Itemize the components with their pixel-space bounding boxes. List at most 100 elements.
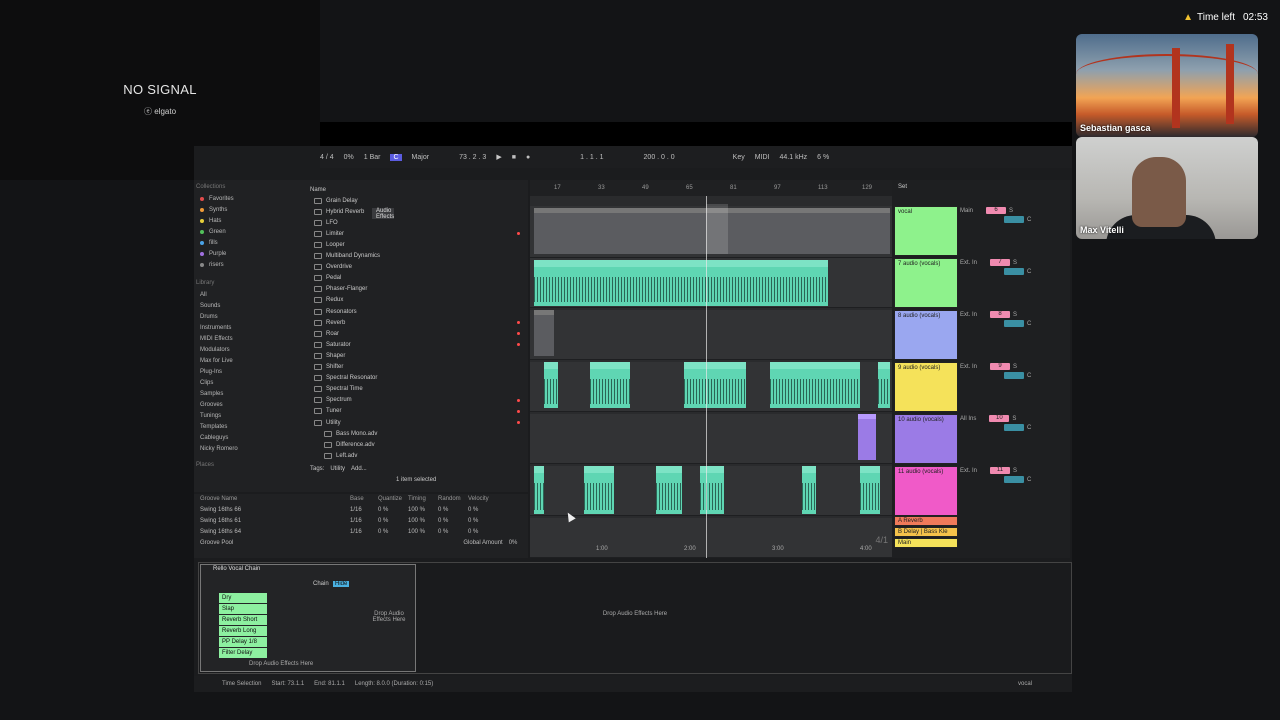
cue-button[interactable]: C bbox=[1027, 269, 1031, 275]
arrangement-view[interactable]: audio (vocals)-123 1:00 2:00 3:00 4:00 4/1 bbox=[530, 180, 892, 558]
return-track[interactable]: Main bbox=[894, 538, 958, 548]
track-header[interactable]: 8 audio (vocals) bbox=[894, 310, 958, 360]
groove-cell[interactable]: 0 % bbox=[468, 518, 498, 524]
sidebar-item-library[interactable]: Sounds bbox=[196, 300, 304, 311]
solo-button[interactable]: S bbox=[1013, 260, 1017, 266]
key-select[interactable]: C bbox=[390, 153, 402, 161]
audio-clip[interactable] bbox=[878, 362, 890, 408]
groove-cell[interactable]: 0 % bbox=[378, 507, 408, 513]
audio-clip[interactable] bbox=[584, 466, 614, 514]
track-number[interactable]: 6 bbox=[986, 207, 1007, 214]
track-header[interactable]: vocal bbox=[894, 206, 958, 256]
audio-clip[interactable] bbox=[656, 466, 682, 514]
track-number[interactable]: 9 bbox=[990, 363, 1011, 370]
time-selection[interactable] bbox=[706, 204, 728, 254]
groove-row[interactable]: Swing 16ths 66 1/16 0 % 100 % 0 % 0 % bbox=[194, 504, 528, 515]
sidebar-item-library[interactable]: Clips bbox=[196, 377, 304, 388]
volume-slider[interactable] bbox=[1004, 476, 1024, 483]
track-lane[interactable] bbox=[530, 414, 892, 464]
audio-clip[interactable] bbox=[700, 466, 724, 514]
groove-cell[interactable]: 0 % bbox=[378, 529, 408, 535]
clip-muted[interactable] bbox=[534, 310, 554, 356]
cue-button[interactable]: C bbox=[1027, 321, 1031, 327]
audio-clip[interactable]: audio (vocals)-123 bbox=[534, 260, 828, 306]
browser-item[interactable]: Phaser-Flanger bbox=[306, 284, 528, 295]
browser-item[interactable]: Difference.adv bbox=[306, 439, 528, 450]
sidebar-item-library[interactable]: Tunings bbox=[196, 410, 304, 421]
time-signature[interactable]: 4 / 4 bbox=[320, 154, 334, 161]
browser-item[interactable]: Shifter bbox=[306, 362, 528, 373]
groove-cell[interactable]: 100 % bbox=[408, 529, 438, 535]
hide-button[interactable]: Hide bbox=[333, 581, 350, 587]
audio-clip[interactable] bbox=[684, 362, 746, 408]
global-amount-value[interactable]: 0% bbox=[509, 540, 518, 546]
sidebar-item-library[interactable]: Modulators bbox=[196, 344, 304, 355]
browser-item[interactable]: Tuner bbox=[306, 406, 528, 417]
return-track[interactable]: A Reverb bbox=[894, 516, 958, 526]
audio-clip[interactable] bbox=[770, 362, 860, 408]
track-header[interactable]: 10 audio (vocals) bbox=[894, 414, 958, 464]
track-header[interactable]: 9 audio (vocals) bbox=[894, 362, 958, 412]
loop-start[interactable]: 1 . 1 . 1 bbox=[580, 154, 603, 161]
groove-cell[interactable]: 1/16 bbox=[350, 507, 378, 513]
input-routing[interactable]: Ext. In bbox=[960, 364, 977, 370]
sidebar-item-library[interactable]: All bbox=[196, 289, 304, 300]
solo-button[interactable]: S bbox=[1009, 208, 1013, 214]
browser-item[interactable]: Hybrid Reverb bbox=[306, 206, 528, 217]
browser-item[interactable]: Grain Delay bbox=[306, 195, 528, 206]
solo-button[interactable]: S bbox=[1013, 364, 1017, 370]
chain-label[interactable]: Chain bbox=[313, 581, 329, 587]
sidebar-item-collection[interactable]: Hats bbox=[196, 215, 304, 226]
sidebar-item-collection[interactable]: Green bbox=[196, 226, 304, 237]
audio-clip[interactable] bbox=[802, 466, 816, 514]
browser-item[interactable]: Saturator bbox=[306, 339, 528, 350]
browser-item[interactable]: Overdrive bbox=[306, 262, 528, 273]
key-map-toggle[interactable]: Key bbox=[733, 154, 745, 161]
input-routing[interactable]: Ext. In bbox=[960, 260, 977, 266]
audio-effect-rack[interactable]: Rello Vocal Chain Chain Hide Dry Slap Reverb … bbox=[200, 564, 416, 672]
sidebar-item-library[interactable]: Drums bbox=[196, 311, 304, 322]
volume-slider[interactable] bbox=[1004, 320, 1024, 327]
solo-button[interactable]: S bbox=[1013, 312, 1017, 318]
tags-add[interactable]: Add... bbox=[351, 466, 367, 472]
track-number[interactable]: 10 bbox=[989, 415, 1010, 422]
sidebar-item-library[interactable]: Instruments bbox=[196, 322, 304, 333]
groove-cell[interactable]: 0 % bbox=[438, 518, 468, 524]
participant-video-2[interactable]: Max Vitelli bbox=[1076, 137, 1258, 239]
input-routing[interactable]: All Ins bbox=[960, 416, 976, 422]
groove-cell[interactable]: 0 % bbox=[468, 529, 498, 535]
browser-item[interactable]: Utility bbox=[306, 417, 528, 428]
midi-clip[interactable] bbox=[858, 414, 876, 460]
browser-item[interactable]: Spectral Time bbox=[306, 384, 528, 395]
sidebar-item-collection[interactable]: risers bbox=[196, 259, 304, 270]
browser-item[interactable]: LFO bbox=[306, 217, 528, 228]
groove-column-header[interactable]: Velocity bbox=[468, 496, 498, 502]
input-routing[interactable]: Ext. In bbox=[960, 468, 977, 474]
browser-item[interactable]: Bass Mono.adv bbox=[306, 428, 528, 439]
chain-item[interactable]: PP Delay 1/8 bbox=[219, 637, 267, 647]
participant-video-1[interactable]: Sebastian gasca bbox=[1076, 34, 1258, 137]
browser-item[interactable]: Spectral Resonator bbox=[306, 373, 528, 384]
track-number[interactable]: 8 bbox=[990, 311, 1011, 318]
track-number[interactable]: 11 bbox=[990, 467, 1011, 474]
audio-clip[interactable] bbox=[590, 362, 630, 408]
sidebar-item-library[interactable]: Grooves bbox=[196, 399, 304, 410]
sidebar-item-collection[interactable]: fills bbox=[196, 237, 304, 248]
cue-button[interactable]: C bbox=[1027, 217, 1031, 223]
groove-cell[interactable]: 0 % bbox=[468, 507, 498, 513]
audio-clip[interactable] bbox=[860, 466, 880, 514]
record-icon[interactable]: ● bbox=[526, 154, 530, 161]
volume-slider[interactable] bbox=[1004, 424, 1024, 431]
name-column-header[interactable]: Name bbox=[306, 184, 528, 195]
browser-item[interactable]: Shaper bbox=[306, 350, 528, 361]
groove-column-header[interactable]: Groove Name bbox=[200, 496, 350, 502]
input-routing[interactable]: Ext. In bbox=[960, 312, 977, 318]
track-header[interactable]: 7 audio (vocals) bbox=[894, 258, 958, 308]
track-lane[interactable] bbox=[530, 518, 892, 558]
track-number[interactable]: 7 bbox=[990, 259, 1011, 266]
browser-item[interactable]: Limiter bbox=[306, 228, 528, 239]
sidebar-item-library[interactable]: Nicky Romero bbox=[196, 443, 304, 454]
volume-slider[interactable] bbox=[1004, 268, 1024, 275]
chain-item[interactable]: Filter Delay bbox=[219, 648, 267, 658]
groove-row[interactable]: Swing 16ths 64 1/16 0 % 100 % 0 % 0 % bbox=[194, 526, 528, 537]
